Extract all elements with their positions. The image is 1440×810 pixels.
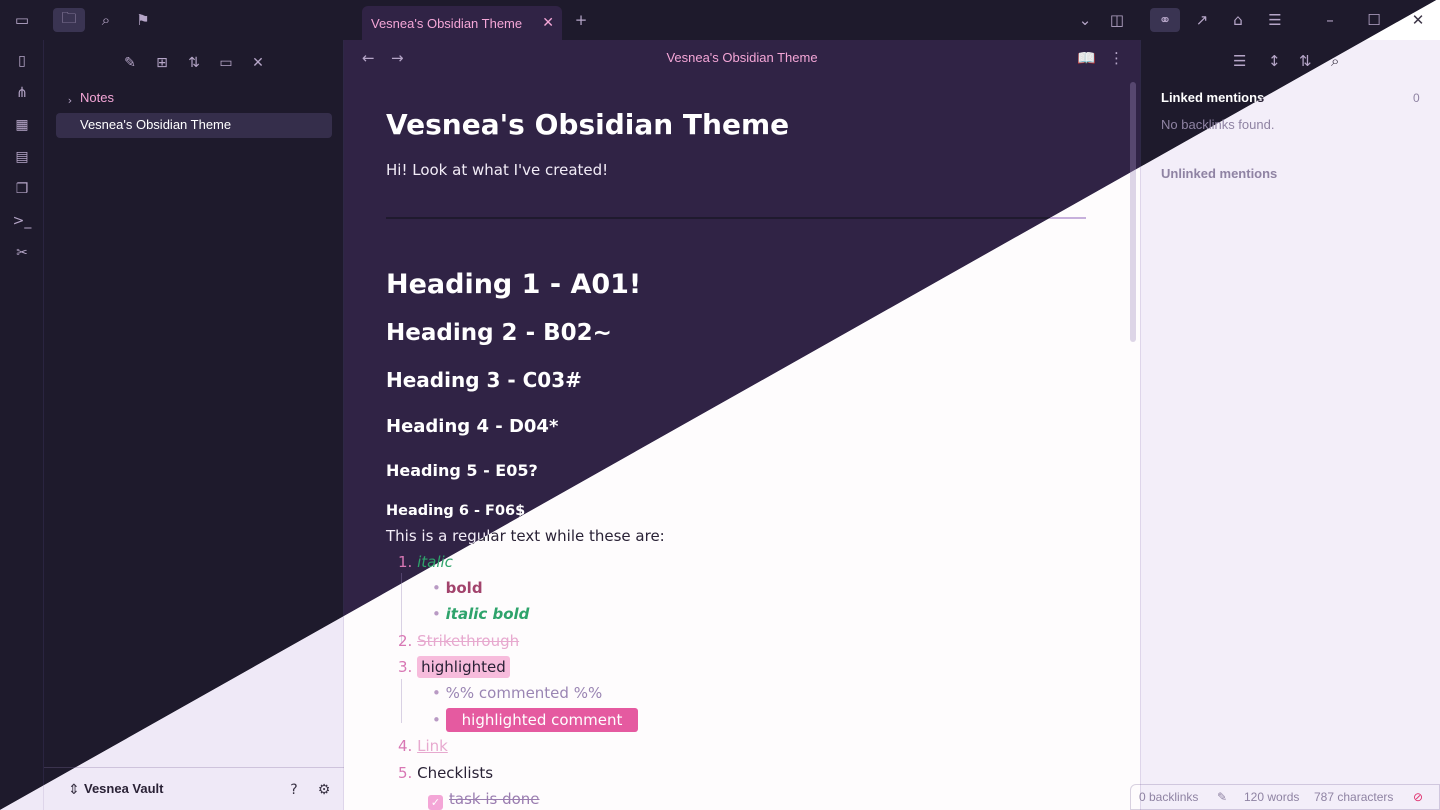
backlinks-icon[interactable]: ⚭: [1150, 8, 1180, 32]
help-icon[interactable]: ?: [282, 779, 306, 801]
linked-mentions-header[interactable]: Linked mentions: [1161, 90, 1264, 105]
list-item: 2. Strikethrough: [398, 632, 520, 650]
intro-text: Hi! Look at what I've created!: [386, 161, 609, 179]
bookmark-icon[interactable]: ⚑: [131, 8, 155, 32]
show-more-context-icon[interactable]: ↕: [1268, 52, 1281, 70]
backlinks-pane: ☰ ↕ ⇅ ⌕ Linked mentions 0 No backlinks f…: [1140, 40, 1440, 810]
view-title[interactable]: Vesnea's Obsidian Theme: [344, 50, 1140, 65]
file-item-active[interactable]: Vesnea's Obsidian Theme: [56, 113, 332, 138]
tag-icon[interactable]: ⌂: [1226, 8, 1250, 32]
search-icon[interactable]: ⌕: [94, 8, 118, 32]
list-item: • highlighted comment: [432, 708, 639, 732]
list-item: • bold: [432, 579, 483, 597]
auto-reveal-icon[interactable]: ▭: [214, 52, 238, 74]
chevron-down-icon[interactable]: ⌄: [1073, 8, 1097, 32]
folder-icon[interactable]: 🗀: [53, 8, 85, 32]
indent-guide: [401, 679, 402, 723]
graph-icon[interactable]: ⋔: [10, 82, 34, 104]
task-item[interactable]: ✓task is done: [428, 790, 540, 810]
chevron-right-icon[interactable]: ›: [58, 89, 82, 111]
minimize-icon[interactable]: –: [1318, 8, 1342, 32]
sync-disabled-icon[interactable]: ⊘: [1413, 790, 1423, 804]
edit-mode-icon[interactable]: ✎: [1217, 790, 1227, 804]
list-item: 3. highlighted: [398, 656, 510, 678]
new-tab-icon[interactable]: +: [569, 8, 593, 32]
list-item: • italic bold: [432, 605, 530, 623]
theme-icon[interactable]: ✂: [10, 242, 34, 264]
sidebar-left-icon[interactable]: ▭: [10, 8, 34, 32]
view-header: ← → Vesnea's Obsidian Theme 📖 ⋮: [344, 40, 1140, 76]
linked-mentions-count: 0: [1413, 91, 1420, 105]
open-note-icon[interactable]: ▯: [10, 50, 34, 72]
list-item: 4. Link: [398, 737, 448, 755]
backlinks-count[interactable]: 0 backlinks: [1139, 790, 1198, 804]
list-item: 5. Checklists: [398, 764, 494, 782]
terminal-icon[interactable]: >_: [10, 210, 34, 232]
sidebar-right-icon[interactable]: ◫: [1105, 8, 1129, 32]
tab-close-icon[interactable]: ✕: [542, 14, 554, 31]
heading-6: Heading 6 - F06$: [386, 503, 526, 519]
tab-title: Vesnea's Obsidian Theme: [371, 15, 523, 31]
ribbon: ▯ ⋔ ▦ ▤ ❐ >_ ✂: [0, 40, 44, 810]
maximize-icon[interactable]: ☐: [1362, 8, 1386, 32]
heading-1: Heading 1 - A01!: [386, 269, 642, 300]
status-bar: 0 backlinks ✎ 120 words 787 characters ⊘: [1130, 784, 1440, 810]
character-count: 787 characters: [1314, 790, 1394, 804]
vault-name[interactable]: Vesnea Vault: [84, 781, 164, 796]
reading-view-icon[interactable]: 📖: [1077, 49, 1096, 67]
calendar-icon[interactable]: ▤: [10, 146, 34, 168]
word-count: 120 words: [1244, 790, 1300, 804]
outline-icon[interactable]: ☰: [1263, 8, 1287, 32]
heading-2: Heading 2 - B02~: [386, 320, 612, 346]
sort-icon[interactable]: ⇅: [182, 52, 206, 74]
outgoing-links-icon[interactable]: ↗: [1190, 8, 1214, 32]
canvas-icon[interactable]: ▦: [10, 114, 34, 136]
new-note-icon[interactable]: ✎: [118, 52, 142, 74]
heading-5: Heading 5 - E05?: [386, 461, 538, 480]
list-item: • %% commented %%: [432, 684, 603, 702]
heading-3: Heading 3 - C03#: [386, 368, 582, 392]
gear-icon[interactable]: ⚙: [312, 779, 336, 801]
unlinked-mentions-header[interactable]: Unlinked mentions: [1161, 166, 1277, 181]
more-options-icon[interactable]: ⋮: [1109, 49, 1124, 67]
note-title: Vesnea's Obsidian Theme: [386, 108, 790, 141]
templates-icon[interactable]: ❐: [10, 178, 34, 200]
tab-vesneas-obsidian-theme[interactable]: Vesnea's Obsidian Theme ✕: [362, 6, 562, 40]
collapse-all-icon[interactable]: ✕: [246, 52, 270, 74]
checkbox-checked-icon[interactable]: ✓: [428, 795, 443, 810]
new-folder-icon[interactable]: ⊞: [150, 52, 174, 74]
folder-notes[interactable]: Notes: [80, 90, 114, 105]
vault-switcher: ⇕ Vesnea Vault ? ⚙: [44, 767, 344, 810]
collapse-results-icon[interactable]: ☰: [1233, 52, 1246, 70]
vault-switch-icon[interactable]: ⇕: [62, 779, 86, 801]
title-bar: ▭ 🗀 ⌕ ⚑ Vesnea's Obsidian Theme ✕ + ⌄ ◫ …: [0, 0, 1440, 40]
link[interactable]: Link: [417, 737, 448, 755]
horizontal-rule: [386, 217, 1086, 219]
heading-4: Heading 4 - D04*: [386, 416, 559, 437]
sort-icon[interactable]: ⇅: [1299, 52, 1312, 70]
